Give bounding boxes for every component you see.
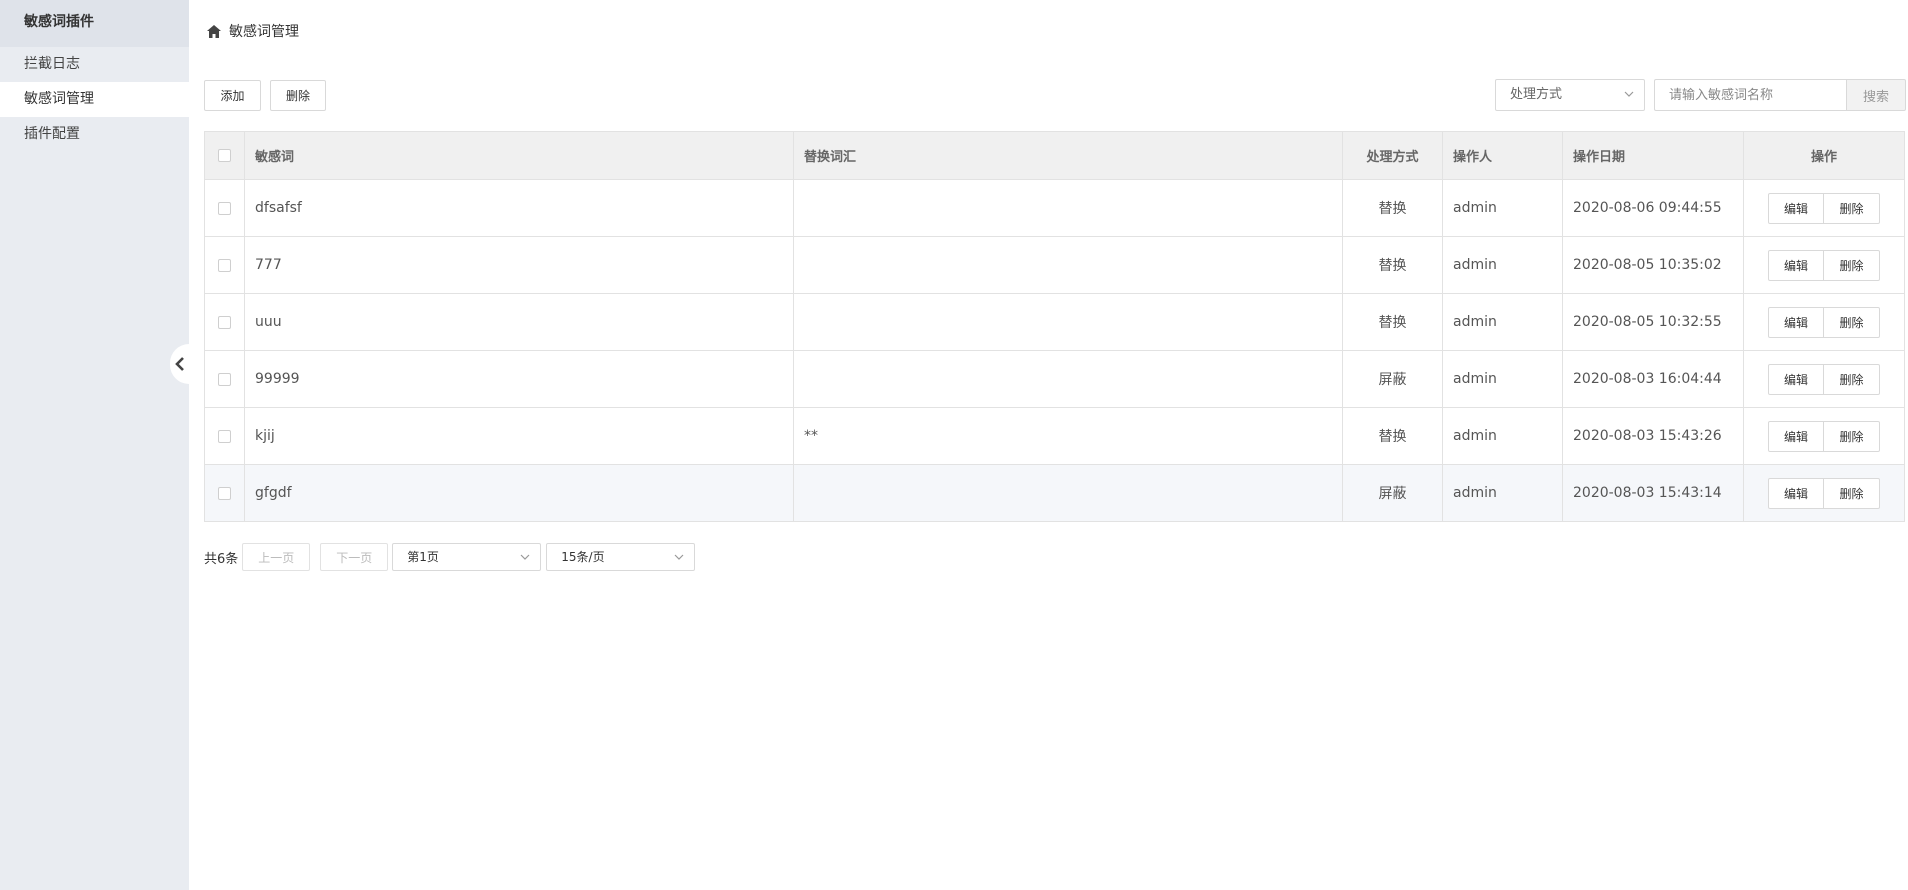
sidebar-item-plugin-config[interactable]: 插件配置 bbox=[0, 117, 189, 152]
cell-mode: 屏蔽 bbox=[1342, 464, 1443, 522]
sidebar: 敏感词插件 拦截日志 敏感词管理 插件配置 bbox=[0, 0, 189, 890]
cell-date: 2020-08-03 16:04:44 bbox=[1562, 350, 1744, 408]
page-select-value: 第1页 bbox=[407, 550, 439, 564]
table-row: kjij ** 替换 admin 2020-08-03 15:43:26 编辑删… bbox=[204, 407, 1905, 465]
row-checkbox[interactable] bbox=[218, 429, 231, 443]
edit-button[interactable]: 编辑 bbox=[1768, 363, 1824, 395]
sidebar-item-intercept-log[interactable]: 拦截日志 bbox=[0, 47, 189, 82]
cell-word: 777 bbox=[244, 236, 794, 294]
header-mode: 处理方式 bbox=[1342, 131, 1443, 180]
cell-date: 2020-08-03 15:43:14 bbox=[1562, 464, 1744, 522]
cell-date: 2020-08-05 10:35:02 bbox=[1562, 236, 1744, 294]
select-all-checkbox[interactable] bbox=[218, 149, 231, 162]
edit-button[interactable]: 编辑 bbox=[1768, 306, 1824, 338]
cell-replacement: ** bbox=[793, 407, 1343, 465]
main-content: 敏感词管理 添加 删除 处理方式 搜索 敏感词 替换词汇 处理方式 操作人 操作… bbox=[189, 0, 1908, 890]
row-delete-button[interactable]: 删除 bbox=[1824, 306, 1880, 338]
edit-button[interactable]: 编辑 bbox=[1768, 477, 1824, 509]
cell-mode: 替换 bbox=[1342, 236, 1443, 294]
row-checkbox[interactable] bbox=[218, 372, 231, 386]
cell-operator: admin bbox=[1442, 464, 1563, 522]
cell-word: gfgdf bbox=[244, 464, 794, 522]
page-size-select-value: 15条/页 bbox=[561, 550, 605, 564]
edit-button[interactable]: 编辑 bbox=[1768, 420, 1824, 452]
sensitive-word-table: 敏感词 替换词汇 处理方式 操作人 操作日期 操作 dfsafsf 替换 adm… bbox=[204, 131, 1905, 522]
edit-button[interactable]: 编辑 bbox=[1768, 192, 1824, 224]
header-replacement: 替换词汇 bbox=[793, 131, 1343, 180]
pager-total: 共6条 bbox=[204, 551, 239, 567]
search-button[interactable]: 搜索 bbox=[1846, 79, 1906, 111]
header-word: 敏感词 bbox=[244, 131, 794, 180]
page-size-select[interactable]: 15条/页 bbox=[546, 543, 696, 571]
next-page-button[interactable]: 下一页 bbox=[320, 543, 389, 571]
add-button[interactable]: 添加 bbox=[204, 80, 261, 111]
cell-mode: 屏蔽 bbox=[1342, 350, 1443, 408]
pagination: 共6条 上一页 下一页 第1页 15条/页 bbox=[204, 543, 696, 571]
mode-select[interactable]: 处理方式 bbox=[1495, 79, 1645, 111]
header-date: 操作日期 bbox=[1562, 131, 1744, 180]
chevron-down-icon bbox=[674, 554, 684, 560]
table-row: 99999 屏蔽 admin 2020-08-03 16:04:44 编辑 删除 bbox=[204, 350, 1905, 408]
mode-select-value: 处理方式 bbox=[1510, 87, 1563, 102]
row-checkbox[interactable] bbox=[218, 315, 231, 329]
header-operator: 操作人 bbox=[1442, 131, 1563, 180]
search-input[interactable] bbox=[1654, 79, 1846, 111]
cell-replacement bbox=[793, 464, 1343, 522]
cell-replacement bbox=[793, 179, 1343, 237]
home-icon bbox=[207, 24, 221, 38]
row-delete-button[interactable]: 删除 bbox=[1824, 192, 1880, 224]
cell-mode: 替换 bbox=[1342, 179, 1443, 237]
table-row: 777 替换 admin 2020-08-05 10:35:02 编辑 删除 bbox=[204, 236, 1905, 294]
row-checkbox[interactable] bbox=[218, 486, 231, 500]
cell-replacement bbox=[793, 350, 1343, 408]
table-row: uuu 替换 admin 2020-08-05 10:32:55 编辑 删除 bbox=[204, 293, 1905, 351]
row-delete-button[interactable]: 删除 bbox=[1824, 477, 1880, 509]
chevron-down-icon bbox=[520, 554, 530, 560]
cell-word: 99999 bbox=[244, 350, 794, 408]
cell-date: 2020-08-06 09:44:55 bbox=[1562, 179, 1744, 237]
row-checkbox[interactable] bbox=[218, 201, 231, 215]
cell-word: kjij bbox=[244, 407, 794, 465]
cell-operator: admin bbox=[1442, 179, 1563, 237]
cell-date: 2020-08-03 15:43:26 bbox=[1562, 407, 1744, 465]
chevron-left-icon bbox=[174, 357, 184, 371]
delete-button[interactable]: 删除 bbox=[270, 80, 326, 111]
breadcrumb-label: 敏感词管理 bbox=[229, 24, 299, 40]
row-delete-button[interactable]: 删除 bbox=[1824, 363, 1880, 395]
header-actions: 操作 bbox=[1743, 131, 1905, 180]
cell-operator: admin bbox=[1442, 293, 1563, 351]
table-header-row: 敏感词 替换词汇 处理方式 操作人 操作日期 操作 bbox=[204, 131, 1905, 180]
prev-page-button[interactable]: 上一页 bbox=[242, 543, 311, 571]
cell-word: dfsafsf bbox=[244, 179, 794, 237]
cell-operator: admin bbox=[1442, 236, 1563, 294]
cell-date: 2020-08-05 10:32:55 bbox=[1562, 293, 1744, 351]
sidebar-item-sensitive-word-management[interactable]: 敏感词管理 bbox=[0, 82, 189, 117]
cell-operator: admin bbox=[1442, 350, 1563, 408]
table-row: gfgdf 屏蔽 admin 2020-08-03 15:43:14 编辑 删除 bbox=[204, 464, 1905, 522]
row-delete-button[interactable]: 删除 bbox=[1824, 420, 1880, 452]
breadcrumb: 敏感词管理 bbox=[207, 21, 299, 41]
table-row: dfsafsf 替换 admin 2020-08-06 09:44:55 编辑删… bbox=[204, 179, 1905, 237]
row-delete-button[interactable]: 删除 bbox=[1824, 249, 1880, 281]
cell-replacement bbox=[793, 293, 1343, 351]
cell-word: uuu bbox=[244, 293, 794, 351]
row-checkbox[interactable] bbox=[218, 258, 231, 272]
page-select[interactable]: 第1页 bbox=[392, 543, 542, 571]
edit-button[interactable]: 编辑 bbox=[1768, 249, 1824, 281]
header-select-all[interactable] bbox=[204, 131, 245, 180]
cell-operator: admin bbox=[1442, 407, 1563, 465]
cell-mode: 替换 bbox=[1342, 293, 1443, 351]
sidebar-title: 敏感词插件 bbox=[0, 0, 189, 47]
chevron-down-icon bbox=[1624, 91, 1634, 97]
cell-replacement bbox=[793, 236, 1343, 294]
cell-mode: 替换 bbox=[1342, 407, 1443, 465]
